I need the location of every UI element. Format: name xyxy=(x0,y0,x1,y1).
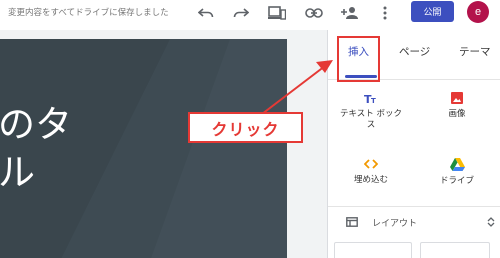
publish-button[interactable]: 公開 xyxy=(411,1,454,22)
link-icon[interactable] xyxy=(302,2,326,24)
callout-text: クリック xyxy=(211,119,280,139)
insert-drive-button[interactable]: ドライブ xyxy=(418,158,496,187)
drive-icon xyxy=(449,158,465,171)
insert-image-label: 画像 xyxy=(448,109,466,119)
layouts-label: レイアウト xyxy=(372,219,418,229)
undo-icon[interactable] xyxy=(194,2,218,24)
top-bar: 変更内容をすべてドライブに保存しました 公開 e xyxy=(0,0,500,30)
embed-icon xyxy=(364,159,378,169)
collapse-chevron-icon[interactable] xyxy=(487,217,495,227)
avatar[interactable]: e xyxy=(467,1,489,23)
tab-pages[interactable]: ページ xyxy=(399,44,430,59)
editor-canvas: のタ ル xyxy=(0,30,328,258)
share-person-add-icon[interactable] xyxy=(338,2,362,24)
click-callout: クリック xyxy=(188,112,303,143)
insert-embed-button[interactable]: 埋め込む xyxy=(332,158,410,186)
slide-title[interactable]: のタ ル xyxy=(0,101,72,197)
layout-icon xyxy=(346,217,358,227)
tab-insert-highlight xyxy=(337,36,380,82)
panel-tabs: 挿入 ページ テーマ xyxy=(328,30,500,82)
layouts-section-header[interactable]: レイアウト xyxy=(328,214,500,234)
sites-editor: 変更内容をすべてドライブに保存しました 公開 e のタ ル 挿入 ページ テーマ… xyxy=(0,0,500,258)
insert-embed-label: 埋め込む xyxy=(353,175,388,185)
layout-thumbnail-1[interactable] xyxy=(334,242,412,258)
more-vert-icon[interactable] xyxy=(373,2,397,24)
save-status: 変更内容をすべてドライブに保存しました xyxy=(8,8,169,18)
insert-image-button[interactable]: 画像 xyxy=(418,92,496,120)
insert-text-box-label: テキスト ボック ス xyxy=(340,109,402,130)
redo-icon[interactable] xyxy=(229,2,253,24)
svg-text:T: T xyxy=(371,97,376,104)
header-slide[interactable]: のタ ル xyxy=(0,39,287,258)
side-panel: 挿入 ページ テーマ TT テキスト ボック ス 画像 埋め込む ドライブ レイ… xyxy=(328,30,500,258)
insert-drive-label: ドライブ xyxy=(439,176,474,186)
slide-title-line-2: ル xyxy=(0,151,35,194)
panel-separator xyxy=(328,206,500,207)
slide-title-line-1: のタ xyxy=(0,103,72,146)
insert-text-box-button[interactable]: TT テキスト ボック ス xyxy=(332,92,410,131)
text-box-icon: TT xyxy=(364,93,376,104)
tab-themes[interactable]: テーマ xyxy=(459,44,491,59)
layout-thumbnail-2[interactable] xyxy=(420,242,490,258)
preview-devices-icon[interactable] xyxy=(265,2,289,24)
image-icon xyxy=(451,92,463,104)
